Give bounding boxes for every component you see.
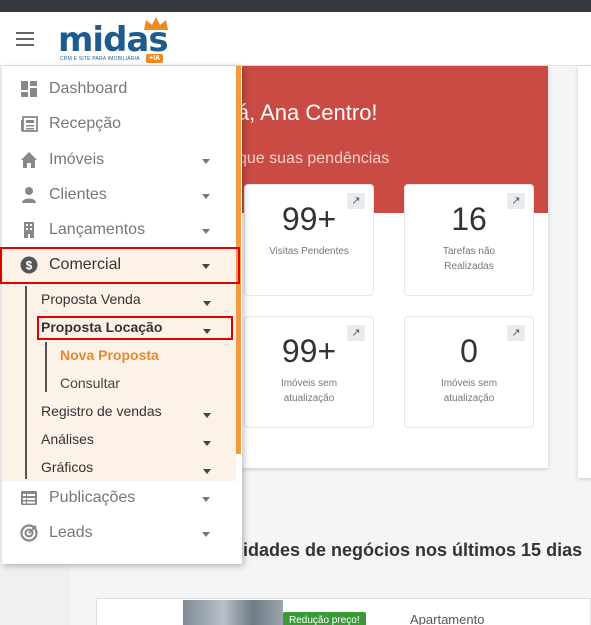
submenu-label: Proposta Venda <box>41 291 141 307</box>
sidebar-item-label: Lançamentos <box>49 221 146 238</box>
sidebar-item-leads[interactable]: Leads <box>2 516 236 551</box>
midas-logo[interactable]: midas CRM E SITE PARA IMOBILIÁRIA +IA <box>58 16 178 66</box>
sidebar-item-label: Leads <box>49 524 93 541</box>
crown-icon <box>144 17 168 30</box>
logo-badge: +IA <box>146 54 164 63</box>
top-strip <box>0 0 591 12</box>
sidebar-item-label: Clientes <box>49 186 107 203</box>
hero-subtitle: que suas pendências <box>238 150 390 167</box>
chevron-down-icon <box>203 441 211 446</box>
listing-type: Apartamento <box>410 612 485 625</box>
stat-label: Imóveis sem atualização <box>440 378 498 404</box>
external-arrow-icon[interactable]: ↗ <box>347 325 365 341</box>
sidebar-item-label: Dashboard <box>49 80 128 97</box>
sidebar-item-imoveis[interactable]: Imóveis <box>2 143 236 178</box>
sidebar-item-label: Recepção <box>49 115 122 132</box>
list-icon <box>21 491 37 505</box>
external-arrow-icon[interactable]: ↗ <box>347 193 365 209</box>
sidebar-item-label: Publicações <box>49 489 136 506</box>
submenu-registro-vendas[interactable]: Registro de vendas <box>41 403 162 419</box>
submenu-label: Análises <box>41 431 94 447</box>
submenu-label: Registro de vendas <box>41 403 162 419</box>
chevron-down-icon <box>202 194 210 199</box>
stat-card-tarefas: ↗ 16 Tarefas não Realizadas <box>404 184 534 296</box>
stat-label: Visitas Pendentes <box>269 246 349 257</box>
chevron-down-icon <box>203 413 211 418</box>
chevron-down-icon <box>203 469 211 474</box>
chevron-down-icon <box>202 532 210 537</box>
external-arrow-icon[interactable]: ↗ <box>507 325 525 341</box>
submenu-graficos[interactable]: Gráficos <box>41 459 93 475</box>
sidebar-item-dashboard[interactable]: Dashboard <box>2 72 236 107</box>
side-card <box>578 66 591 478</box>
sidebar-item-label: Imóveis <box>49 151 105 168</box>
dashboard-icon <box>21 81 37 97</box>
building-icon <box>24 222 34 238</box>
submenu-nova-proposta[interactable]: Nova Proposta <box>60 347 159 363</box>
sidebar-item-recepcao[interactable]: Recepção <box>2 107 236 142</box>
highlight-box-proposta-locacao <box>37 316 233 340</box>
sidebar-item-publicacoes[interactable]: Publicações <box>2 481 236 516</box>
highlight-box-comercial <box>0 247 240 284</box>
section-title: nidades de negócios nos últimos 15 dias <box>232 540 583 560</box>
submenu-tree-line-nested <box>45 342 47 392</box>
submenu-consultar[interactable]: Consultar <box>60 375 120 391</box>
logo-tagline: CRM E SITE PARA IMOBILIÁRIA <box>60 56 140 62</box>
stat-card-imoveis-2: ↗ 0 Imóveis sem atualização <box>404 316 534 428</box>
submenu-label: Gráficos <box>41 459 94 475</box>
listing-photo[interactable] <box>183 600 283 625</box>
external-arrow-icon[interactable]: ↗ <box>507 193 525 209</box>
newspaper-icon <box>21 116 38 132</box>
chevron-down-icon <box>202 497 210 502</box>
stat-card-visitas: ↗ 99+ Visitas Pendentes <box>244 184 374 296</box>
user-icon <box>22 187 36 203</box>
target-icon <box>20 524 38 542</box>
chevron-down-icon <box>203 301 211 306</box>
chevron-down-icon <box>202 229 210 234</box>
stat-card-imoveis-1: ↗ 99+ Imóveis sem atualização <box>244 316 374 428</box>
stat-label: Imóveis sem atualização <box>280 378 338 404</box>
submenu-analises[interactable]: Análises <box>41 431 94 447</box>
submenu-label: Nova Proposta <box>60 347 159 363</box>
sidebar-item-clientes[interactable]: Clientes <box>2 178 236 213</box>
submenu-tree-line <box>25 286 27 479</box>
submenu-label: Consultar <box>60 375 120 391</box>
stat-label: Tarefas não Realizadas <box>442 246 496 272</box>
sidebar-item-lancamentos[interactable]: Lançamentos <box>2 213 236 248</box>
hero-greeting: lá, Ana Centro! <box>232 100 378 125</box>
app-header: midas CRM E SITE PARA IMOBILIÁRIA +IA <box>0 12 591 66</box>
hamburger-menu-icon[interactable] <box>16 32 34 46</box>
home-icon <box>21 152 37 168</box>
price-drop-badge: Redução preço! <box>283 612 366 625</box>
chevron-down-icon <box>202 159 210 164</box>
submenu-proposta-venda[interactable]: Proposta Venda <box>41 291 141 307</box>
